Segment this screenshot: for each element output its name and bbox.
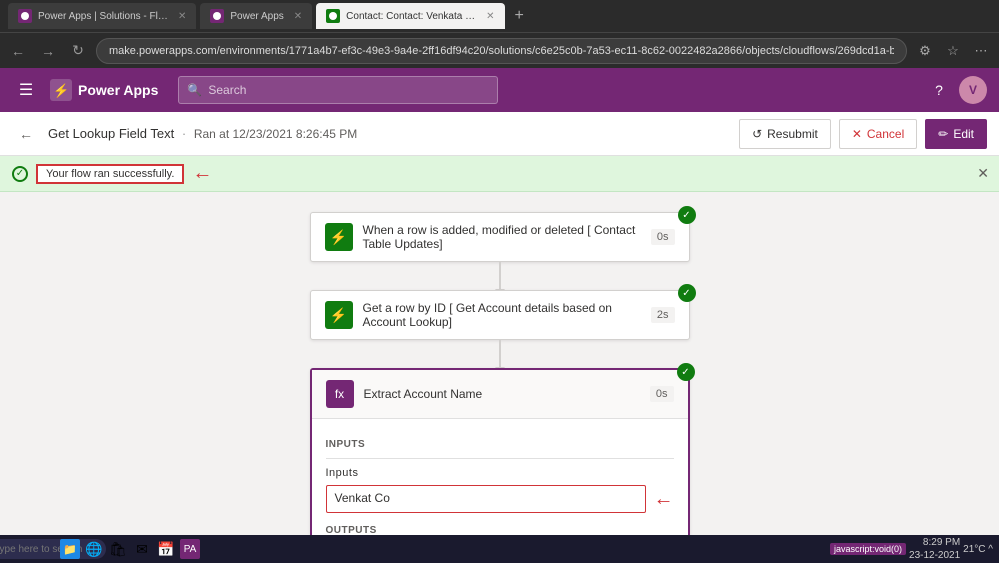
success-red-arrow: ← (192, 162, 212, 185)
node3-icon: fx (326, 380, 354, 408)
edit-button[interactable]: ✏ Edit (925, 119, 987, 149)
input-value-box: Venkat Co (326, 485, 646, 513)
edit-icon: ✏ (938, 127, 948, 141)
app-header: ☰ ⚡ Power Apps 🔍 ? V (0, 68, 999, 112)
tab3-close[interactable]: ✕ (486, 11, 494, 22)
node2-time: 2s (651, 307, 675, 323)
flow-container: ⚡ When a row is added, modified or delet… (290, 212, 710, 541)
browser-icons: ⚙ ☆ ⋯ (913, 39, 993, 63)
node3-time: 0s (650, 386, 674, 402)
header-search-box[interactable]: 🔍 (178, 76, 498, 104)
svg-text:⚡: ⚡ (53, 83, 69, 99)
taskbar-clock: 8:29 PM 23-12-2021 (909, 536, 960, 562)
inputs-sub-label: Inputs (326, 467, 674, 479)
taskbar-pa-icon[interactable]: PA (180, 539, 200, 559)
connector-1 (499, 262, 501, 290)
flow-title: Get Lookup Field Text · Ran at 12/23/202… (48, 126, 357, 141)
taskbar-weather: 21°C ^ (963, 544, 993, 555)
tab2-label: Power Apps (230, 11, 283, 22)
refresh-button[interactable]: ↻ (66, 39, 90, 63)
back-button[interactable]: ← (6, 39, 30, 63)
extensions-icon[interactable]: ⚙ (913, 39, 937, 63)
address-input[interactable] (96, 38, 907, 64)
success-check-icon: ✓ (12, 166, 28, 182)
taskbar-store-icon[interactable]: 🛍 (108, 539, 128, 559)
input-red-arrow: ← (654, 488, 674, 511)
cancel-icon: ✕ (852, 127, 862, 141)
taskbar-calendar-icon[interactable]: 📅 (156, 539, 176, 559)
taskbar-explorer-icon[interactable]: 📁 (60, 539, 80, 559)
connector-2 (499, 340, 501, 368)
resubmit-button[interactable]: ↺ Resubmit (739, 119, 831, 149)
node3-label: Extract Account Name (364, 387, 640, 401)
taskbar-date-text: 23-12-2021 (909, 549, 960, 562)
header-right: ? V (925, 76, 987, 104)
taskbar-edge-icon[interactable]: 🌐 (84, 539, 104, 559)
browser-tab-2[interactable]: Power Apps ✕ (200, 3, 312, 29)
header-search-input[interactable] (208, 83, 489, 97)
taskbar-search-icon[interactable] (36, 539, 56, 559)
node1-time: 0s (651, 229, 675, 245)
tab1-close[interactable]: ✕ (178, 11, 186, 22)
taskbar-time-text: 8:29 PM (909, 536, 960, 549)
node1-icon: ⚡ (325, 223, 353, 251)
more-icon[interactable]: ⋯ (969, 39, 993, 63)
address-bar-row: ← → ↻ ⚙ ☆ ⋯ (0, 32, 999, 68)
node3-body: INPUTS Inputs Venkat Co ← OUTPUTS Output… (312, 429, 688, 541)
taskbar-right: javascript:void(0) 8:29 PM 23-12-2021 21… (830, 536, 993, 562)
tab1-label: Power Apps | Solutions - Flows (38, 11, 168, 22)
cancel-label: Cancel (867, 127, 904, 141)
resubmit-icon: ↺ (752, 127, 762, 141)
node3-badge: ✓ (677, 363, 695, 381)
node1-label: When a row is added, modified or deleted… (363, 223, 641, 251)
node3-header: fx Extract Account Name 0s ✓ (312, 370, 688, 419)
user-avatar[interactable]: V (959, 76, 987, 104)
flow-back-button[interactable]: ← (12, 120, 40, 148)
cancel-button[interactable]: ✕ Cancel (839, 119, 917, 149)
tab2-close[interactable]: ✕ (294, 11, 302, 22)
flow-toolbar: ← Get Lookup Field Text · Ran at 12/23/2… (0, 112, 999, 156)
flow-node-1[interactable]: ⚡ When a row is added, modified or delet… (310, 212, 690, 262)
hamburger-menu-icon[interactable]: ☰ (12, 76, 40, 104)
inputs-divider (326, 458, 674, 459)
flow-node-2[interactable]: ⚡ Get a row by ID [ Get Account details … (310, 290, 690, 340)
new-tab-button[interactable]: + (509, 7, 530, 25)
help-icon[interactable]: ? (925, 76, 953, 104)
flow-title-separator: · (182, 126, 190, 141)
browser-tab-1[interactable]: Power Apps | Solutions - Flows ✕ (8, 3, 196, 29)
forward-button[interactable]: → (36, 39, 60, 63)
star-icon[interactable]: ☆ (941, 39, 965, 63)
browser-tab-3[interactable]: Contact: Contact: Venkata Subb... ✕ (316, 3, 504, 29)
node2-badge: ✓ (678, 284, 696, 302)
main-content: ⚡ When a row is added, modified or delet… (0, 192, 999, 541)
inputs-section-label: INPUTS (326, 439, 674, 450)
success-message: Your flow ran successfully. (36, 164, 184, 184)
tab3-label: Contact: Contact: Venkata Subb... (346, 11, 476, 22)
close-banner-button[interactable]: ✕ (977, 165, 989, 182)
flow-title-text: Get Lookup Field Text (48, 126, 174, 141)
app-logo: ⚡ Power Apps (50, 79, 158, 101)
header-search-icon: 🔍 (187, 83, 202, 97)
app-logo-text: Power Apps (78, 82, 158, 98)
edit-label: Edit (953, 127, 974, 141)
flow-run-time: Ran at 12/23/2021 8:26:45 PM (194, 127, 357, 141)
js-void-badge: javascript:void(0) (830, 543, 906, 555)
flow-node-3[interactable]: fx Extract Account Name 0s ✓ INPUTS Inpu… (310, 368, 690, 541)
taskbar: 📁 🌐 🛍 ✉ 📅 PA javascript:void(0) 8:29 PM … (0, 535, 999, 563)
success-banner: ✓ Your flow ran successfully. ← ✕ (0, 156, 999, 192)
powerapps-logo-icon: ⚡ (50, 79, 72, 101)
node2-icon: ⚡ (325, 301, 353, 329)
browser-chrome: Power Apps | Solutions - Flows ✕ Power A… (0, 0, 999, 32)
taskbar-mail-icon[interactable]: ✉ (132, 539, 152, 559)
node2-label: Get a row by ID [ Get Account details ba… (363, 301, 641, 329)
input-field-row: Venkat Co ← (326, 485, 674, 513)
node1-badge: ✓ (678, 206, 696, 224)
resubmit-label: Resubmit (767, 127, 818, 141)
